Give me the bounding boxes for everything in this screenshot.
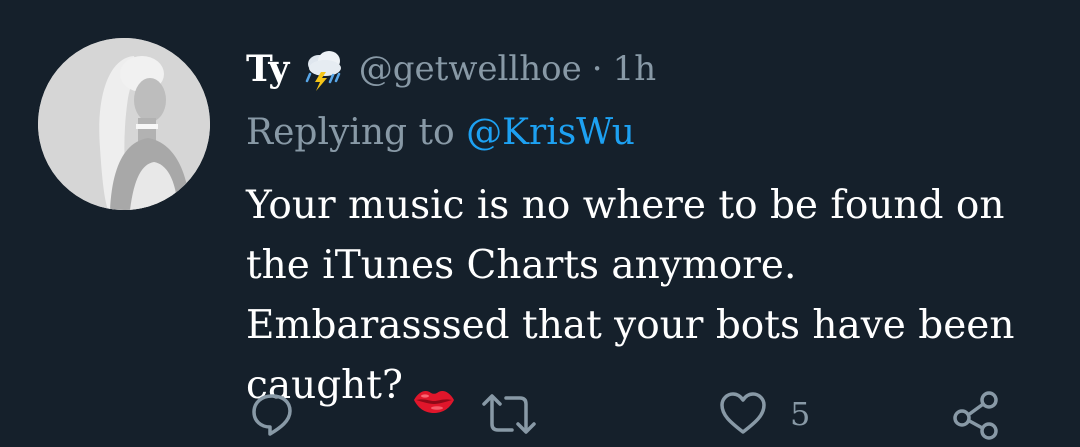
avatar[interactable] — [38, 38, 210, 210]
user-handle[interactable]: @getwellhoe — [359, 49, 582, 89]
reply-mention-link[interactable]: @KrisWu — [466, 112, 635, 153]
like-button[interactable]: 5 — [718, 384, 810, 444]
replying-to-line: Replying to @KrisWu — [246, 112, 635, 153]
display-name[interactable]: Ty — [246, 48, 289, 90]
share-icon — [953, 391, 998, 440]
like-count: 5 — [790, 395, 811, 433]
tweet-actions: 5 — [0, 384, 1080, 444]
timestamp[interactable]: 1h — [613, 49, 657, 89]
separator: · — [591, 49, 603, 89]
tweet-text: Your music is no where to be found on th… — [246, 176, 1066, 416]
cloud-lightning-icon — [301, 46, 347, 92]
share-button[interactable] — [950, 384, 1002, 444]
replying-prefix: Replying to — [246, 112, 455, 153]
reply-button[interactable] — [248, 384, 296, 444]
tweet-card[interactable]: Ty @getwellhoe · 1h Replying to @KrisWu … — [0, 0, 1080, 447]
tweet-header: Ty @getwellhoe · 1h — [246, 40, 656, 98]
tweet-text-main: Your music is no where to be found on th… — [246, 183, 1015, 408]
retweet-icon — [482, 394, 536, 434]
retweet-button[interactable] — [478, 384, 540, 444]
heart-icon — [720, 392, 766, 434]
reply-icon — [252, 394, 292, 436]
